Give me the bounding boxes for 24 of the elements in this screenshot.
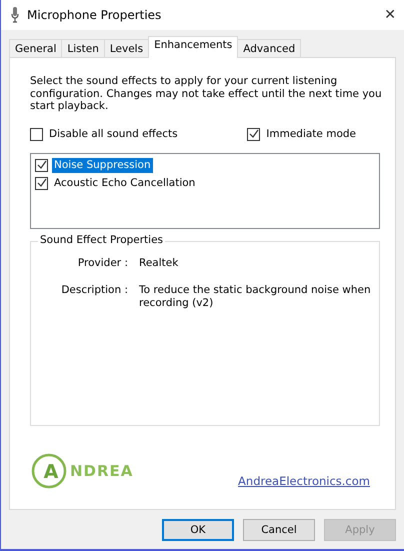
dialog-button[interactable]: Cancel xyxy=(243,519,315,541)
checkbox[interactable] xyxy=(247,128,260,140)
checkbox[interactable] xyxy=(30,128,43,140)
list-item[interactable]: Acoustic Echo Cancellation xyxy=(52,176,198,190)
instruction-text: Select the sound effects to apply for your current listening configuration. Changes may not take effect until the next time you start playback. xyxy=(30,75,382,112)
checkbox[interactable] xyxy=(35,176,48,190)
dialog-button[interactable]: OK xyxy=(162,519,234,541)
property-value: Realtek xyxy=(139,256,180,270)
property-label: Provider : xyxy=(76,256,128,270)
tab[interactable]: Enhancements xyxy=(148,36,238,58)
website-link[interactable]: AndreaElectronics.com xyxy=(238,474,370,488)
window-title: Microphone Properties xyxy=(27,8,162,22)
microphone-icon xyxy=(11,7,19,23)
checkbox[interactable] xyxy=(35,158,48,172)
checkbox-label: Immediate mode xyxy=(265,126,357,142)
logo-drawing: A NDREA xyxy=(30,452,134,490)
checkbox-label: Disable all sound effects xyxy=(48,126,179,142)
list-item[interactable]: Noise Suppression xyxy=(52,158,153,172)
tab[interactable]: General xyxy=(9,39,62,57)
property-label: Description : xyxy=(60,284,128,298)
close-button[interactable]: ✕ xyxy=(384,7,396,23)
group-title: Sound Effect Properties xyxy=(38,234,166,246)
property-value: To reduce the static background noise when recording (v2) xyxy=(139,284,372,310)
tab[interactable]: Advanced xyxy=(237,39,302,57)
